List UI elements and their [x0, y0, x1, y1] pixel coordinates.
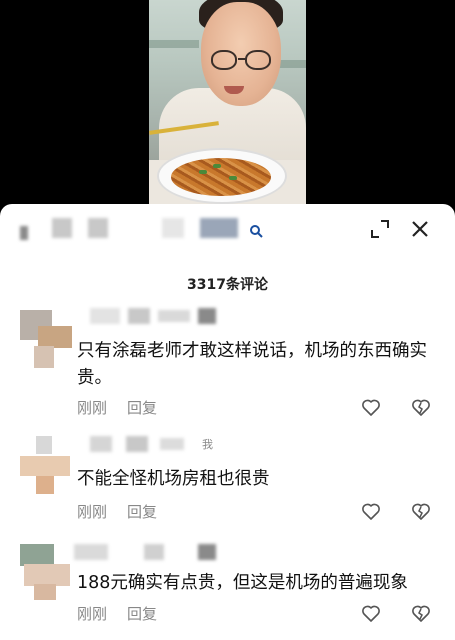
comment-text: 只有涂磊老师才敢这样说话，机场的东西确实贵。: [77, 341, 427, 388]
background-shelf: [149, 40, 199, 48]
comment-item[interactable]: 只有涂磊老师才敢这样说话，机场的东西确实贵。 刚刚 回复: [0, 304, 455, 424]
blurred-username: [90, 308, 120, 324]
avatar[interactable]: [20, 544, 72, 604]
heart-outline-icon[interactable]: [361, 604, 381, 624]
author-tag: 我: [202, 438, 213, 451]
reply-button[interactable]: 回复: [127, 501, 157, 522]
blurred-username: [126, 436, 148, 452]
comment-count-title: 3317条评论: [187, 277, 268, 293]
noodles: [171, 158, 271, 196]
vegetable: [199, 170, 207, 174]
blurred-username: [128, 308, 150, 324]
avatar[interactable]: [20, 436, 72, 496]
close-icon[interactable]: [409, 218, 431, 240]
comment-item[interactable]: 我 不能全怪机场房租也很贵 刚刚 回复: [0, 432, 455, 532]
blurred-banner: [52, 218, 72, 238]
blurred-username: [74, 544, 108, 560]
comment-item[interactable]: 188元确实有点贵，但这是机场的普遍现象 刚刚 回复: [0, 540, 455, 640]
glasses-bridge: [238, 58, 246, 60]
heart-outline-icon[interactable]: [361, 398, 381, 418]
vegetable: [229, 176, 237, 180]
comment-text: 不能全怪机场房租也很贵: [77, 469, 270, 489]
broken-heart-icon[interactable]: [411, 604, 431, 624]
glasses-left: [211, 50, 237, 70]
comment-time: 刚刚: [77, 503, 108, 521]
vegetable: [213, 164, 221, 168]
reply-button[interactable]: 回复: [127, 397, 157, 418]
blurred-username: [160, 438, 184, 450]
comment-time: 刚刚: [77, 605, 108, 623]
blurred-banner: [88, 218, 108, 238]
blurred-banner: [162, 218, 184, 238]
video-player[interactable]: [0, 0, 455, 212]
blurred-username: [144, 544, 164, 560]
broken-heart-icon[interactable]: [411, 398, 431, 418]
comment-text: 188元确实有点贵，但这是机场的普遍现象: [77, 573, 408, 593]
blurred-username: [158, 310, 190, 322]
heart-outline-icon[interactable]: [361, 502, 381, 522]
blurred-banner: [20, 226, 28, 240]
broken-heart-icon[interactable]: [411, 502, 431, 522]
search-icon[interactable]: [249, 224, 263, 238]
comments-panel: 3317条评论 只有涂磊老师才敢这样说话，机场的东西确实贵。 刚刚 回复 我 不…: [0, 204, 455, 640]
expand-icon[interactable]: [369, 218, 391, 240]
comment-time: 刚刚: [77, 399, 108, 417]
blurred-username: [90, 436, 112, 452]
glasses-right: [245, 50, 271, 70]
avatar[interactable]: [20, 310, 72, 370]
video-frame: [149, 0, 306, 212]
blurred-banner: [200, 218, 238, 238]
blurred-username: [198, 544, 216, 560]
blurred-username: [198, 308, 216, 324]
reply-button[interactable]: 回复: [127, 603, 157, 624]
